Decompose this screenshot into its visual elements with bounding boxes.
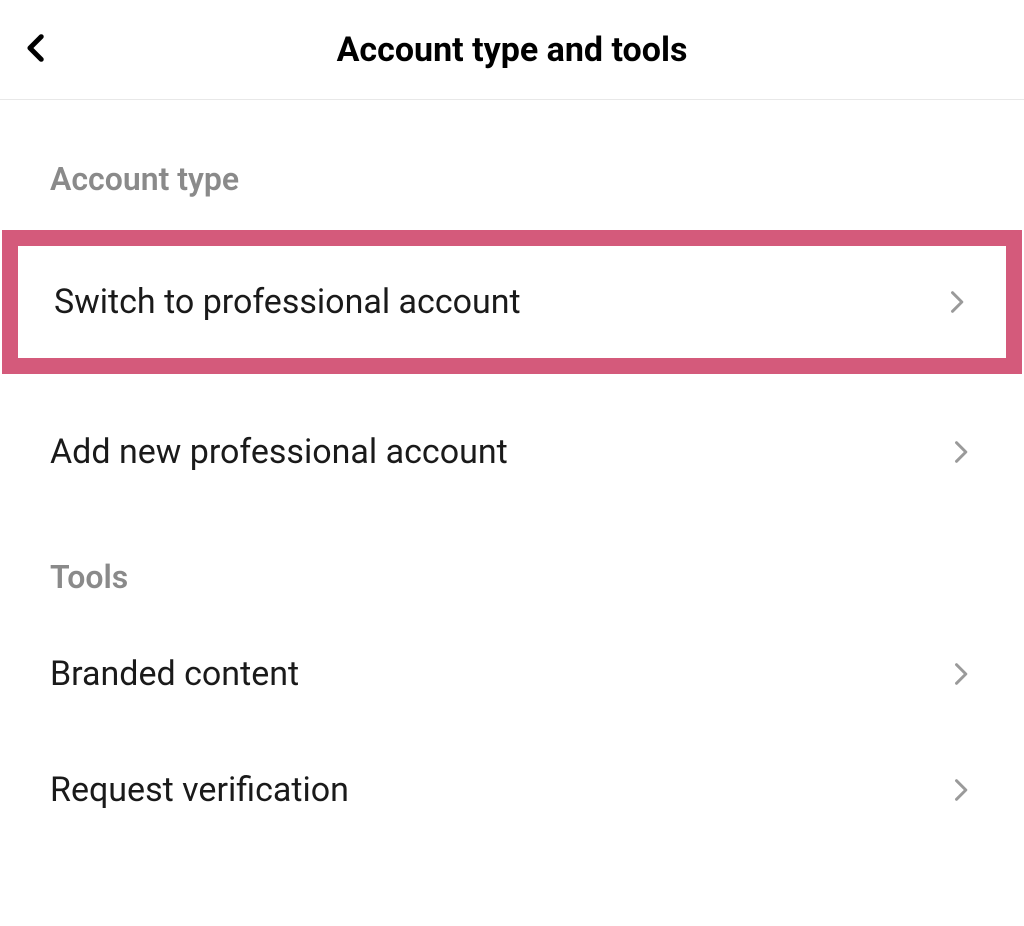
page-header: Account type and tools <box>0 0 1024 100</box>
highlight-switch-professional: Switch to professional account <box>2 230 1022 374</box>
row-label-switch-professional: Switch to professional account <box>54 282 521 322</box>
row-label-request-verification: Request verification <box>50 770 349 810</box>
chevron-right-icon <box>946 438 974 466</box>
row-label-branded-content: Branded content <box>50 654 299 694</box>
section-header-tools: Tools <box>0 510 1024 616</box>
row-switch-professional[interactable]: Switch to professional account <box>18 246 1006 358</box>
chevron-right-icon <box>942 288 970 316</box>
row-request-verification[interactable]: Request verification <box>0 732 1024 848</box>
section-header-account-type: Account type <box>0 112 1024 218</box>
page-title: Account type and tools <box>20 30 1004 70</box>
row-branded-content[interactable]: Branded content <box>0 616 1024 732</box>
chevron-right-icon <box>946 776 974 804</box>
row-add-professional[interactable]: Add new professional account <box>0 394 1024 510</box>
content: Account type Switch to professional acco… <box>0 100 1024 848</box>
chevron-right-icon <box>946 660 974 688</box>
row-label-add-professional: Add new professional account <box>50 432 508 472</box>
